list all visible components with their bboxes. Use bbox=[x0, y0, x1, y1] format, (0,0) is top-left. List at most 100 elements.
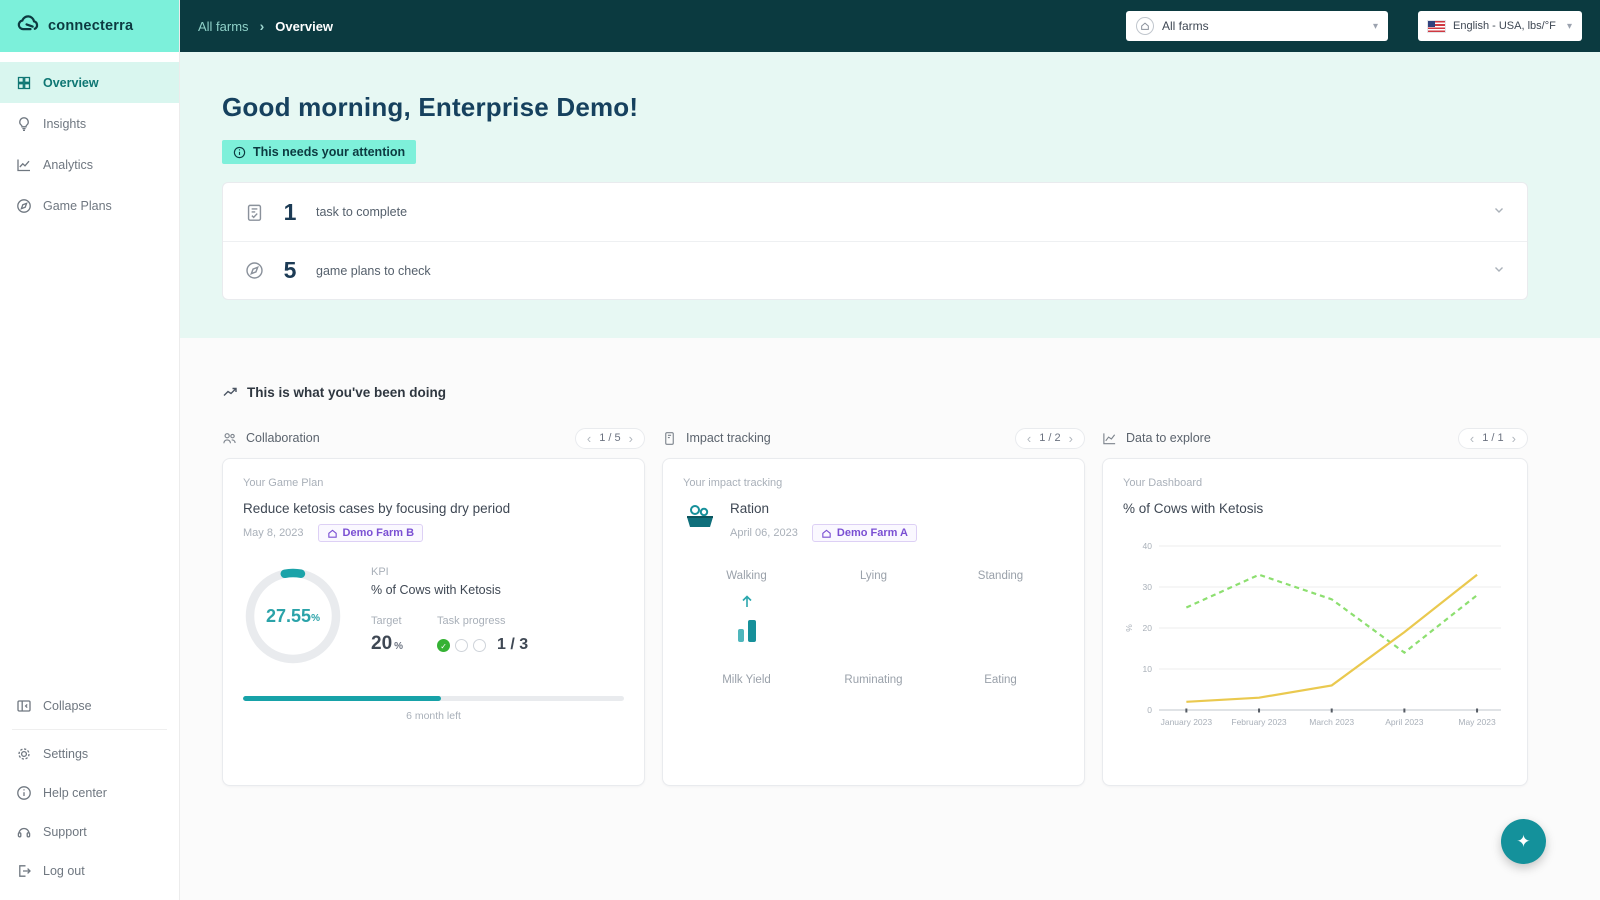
locale-selector-value: English - USA, lbs/°F bbox=[1453, 20, 1556, 32]
task-clipboard-icon bbox=[247, 204, 262, 221]
pagination-label: 1 / 5 bbox=[599, 432, 621, 444]
headset-icon bbox=[17, 827, 31, 837]
chart-title: % of Cows with Ketosis bbox=[1123, 501, 1264, 516]
kpi-gauge: 27.55% bbox=[243, 566, 343, 666]
sidebar-nav: Overview Insights Analytics Game Plans bbox=[0, 52, 179, 226]
metric-eating: Eating bbox=[937, 674, 1064, 778]
metric-label: Standing bbox=[977, 570, 1024, 582]
kpi-gauge-value: 27.55% bbox=[266, 605, 320, 626]
brand-logo-block[interactable]: connecterra bbox=[0, 0, 179, 52]
svg-text:January 2023: January 2023 bbox=[1161, 717, 1213, 727]
next-page-icon[interactable]: › bbox=[1069, 432, 1073, 445]
ration-feed-icon bbox=[687, 505, 713, 527]
sidebar-item-insights[interactable]: Insights bbox=[0, 103, 179, 144]
attention-section: Good morning, Enterprise Demo! This need… bbox=[180, 52, 1600, 338]
metric-lying: Lying bbox=[810, 570, 937, 674]
prev-page-icon[interactable]: ‹ bbox=[1027, 432, 1031, 445]
line-chart-icon bbox=[1103, 432, 1116, 444]
locale-selector-dropdown[interactable]: English - USA, lbs/°F ▾ bbox=[1418, 11, 1582, 41]
impact-title: Ration bbox=[730, 501, 770, 516]
expand-chevron-icon[interactable] bbox=[1493, 262, 1505, 280]
task-dot bbox=[455, 638, 469, 652]
farm-badge-label: Demo Farm B bbox=[342, 527, 415, 539]
kpi-info: KPI % of Cows with Ketosis Target 20% Ta… bbox=[371, 566, 528, 655]
sidebar-item-game-plans[interactable]: Game Plans bbox=[0, 185, 179, 226]
game-plan-card[interactable]: Your Game Plan Reduce ketosis cases by f… bbox=[222, 458, 645, 786]
metric-label: Eating bbox=[984, 674, 1017, 686]
target-stat: Target 20% bbox=[371, 615, 403, 655]
game-plan-date: May 8, 2023 bbox=[243, 527, 304, 539]
svg-text:February 2023: February 2023 bbox=[1231, 717, 1287, 727]
time-progress-fill bbox=[243, 696, 442, 701]
metric-standing: Standing bbox=[937, 570, 1064, 674]
target-value: 20% bbox=[371, 633, 404, 654]
sidebar-item-label: Analytics bbox=[43, 157, 94, 172]
gear-icon bbox=[18, 747, 30, 760]
column-title: Data to explore bbox=[1126, 431, 1211, 445]
explore-pagination: ‹ 1 / 1 › bbox=[1457, 427, 1528, 449]
impact-tracking-card[interactable]: Your impact tracking Ration April 06, 20… bbox=[662, 458, 1085, 786]
sidebar-item-settings[interactable]: Settings bbox=[0, 734, 179, 773]
topbar-right: All farms ▾ English - USA, lbs/°F ▾ bbox=[1126, 11, 1582, 41]
sidebar-item-analytics[interactable]: Analytics bbox=[0, 144, 179, 185]
dashboard-chart-card[interactable]: Your Dashboard % of Cows with Ketosis 0 1… bbox=[1102, 458, 1528, 786]
farm-badge: Demo Farm A bbox=[811, 524, 917, 542]
attention-row-tasks[interactable]: 1 task to complete bbox=[223, 183, 1527, 241]
topbar: All farms › Overview All farms ▾ English… bbox=[180, 0, 1600, 52]
ketosis-line-chart: 0 10 20 30 40 January 2023 February 2023 March … bbox=[1123, 532, 1507, 749]
barn-icon bbox=[327, 529, 337, 538]
sidebar-item-label: Collapse bbox=[43, 698, 92, 713]
task-dot-done bbox=[437, 638, 451, 652]
time-left-label: 6 month left bbox=[406, 710, 461, 722]
attention-panel: 1 task to complete 5 game plans to check bbox=[222, 182, 1528, 300]
svg-text:40: 40 bbox=[1143, 541, 1153, 551]
assistant-fab-button[interactable]: ✦ bbox=[1501, 819, 1546, 864]
sidebar-item-overview[interactable]: Overview bbox=[0, 62, 179, 103]
device-report-icon bbox=[665, 431, 674, 445]
compass-icon bbox=[17, 198, 31, 213]
sidebar-item-label: Help center bbox=[43, 785, 107, 800]
kpi-row: 27.55% KPI % of Cows with Ketosis Target… bbox=[243, 566, 624, 666]
activity-section: This is what you've been doing Collabora… bbox=[180, 338, 1600, 786]
trend-up-icon bbox=[223, 387, 237, 396]
activity-columns: Collaboration ‹ 1 / 5 › Your Game Plan R… bbox=[222, 426, 1528, 786]
impact-column-header: Impact tracking ‹ 1 / 2 › bbox=[662, 426, 1085, 450]
explore-column-header: Data to explore ‹ 1 / 1 › bbox=[1102, 426, 1528, 450]
impact-meta: April 06, 2023 Demo Farm A bbox=[730, 524, 917, 542]
sidebar-item-label: Log out bbox=[43, 863, 85, 878]
sidebar-item-support[interactable]: Support bbox=[0, 812, 179, 851]
sidebar-footer: Collapse Settings Help center Support Lo… bbox=[0, 686, 179, 890]
barn-icon bbox=[822, 529, 831, 538]
impact-pagination: ‹ 1 / 2 › bbox=[1014, 427, 1085, 449]
info-circle-icon bbox=[17, 785, 31, 800]
task-count-label: task to complete bbox=[316, 205, 408, 219]
metric-label: Lying bbox=[859, 570, 888, 582]
task-progress-label: Task progress bbox=[437, 615, 506, 627]
game-plan-count: 5 bbox=[283, 257, 297, 283]
impact-date: April 06, 2023 bbox=[730, 527, 798, 539]
next-page-icon[interactable]: › bbox=[629, 432, 633, 445]
data-explore-column: Data to explore ‹ 1 / 1 › Your Dashboard… bbox=[1102, 426, 1528, 786]
grid-icon bbox=[17, 76, 31, 89]
sidebar-item-log-out[interactable]: Log out bbox=[0, 851, 179, 890]
activity-section-title: This is what you've been doing bbox=[247, 384, 446, 400]
sidebar-item-help-center[interactable]: Help center bbox=[0, 773, 179, 812]
svg-text:30: 30 bbox=[1143, 582, 1153, 592]
prev-page-icon[interactable]: ‹ bbox=[587, 432, 591, 445]
card-label: Your Game Plan bbox=[243, 477, 324, 489]
farm-badge-label: Demo Farm A bbox=[836, 527, 908, 539]
page-greeting: Good morning, Enterprise Demo! bbox=[222, 92, 639, 122]
impact-title-block: Ration April 06, 2023 Demo Farm A bbox=[730, 501, 917, 542]
attention-row-game-plans[interactable]: 5 game plans to check bbox=[223, 241, 1527, 299]
collaboration-pagination: ‹ 1 / 5 › bbox=[574, 427, 645, 449]
sidebar-collapse-button[interactable]: Collapse bbox=[0, 686, 179, 725]
prev-page-icon[interactable]: ‹ bbox=[1470, 432, 1474, 445]
mini-bar-chart-icon bbox=[683, 620, 810, 642]
farm-selector-dropdown[interactable]: All farms ▾ bbox=[1126, 11, 1388, 41]
breadcrumb-all-farms[interactable]: All farms bbox=[198, 19, 249, 34]
farm-selector-value: All farms bbox=[1162, 19, 1209, 33]
expand-chevron-icon[interactable] bbox=[1493, 203, 1505, 221]
brand-name: connecterra bbox=[48, 18, 134, 34]
breadcrumb-separator-icon: › bbox=[259, 18, 265, 34]
next-page-icon[interactable]: › bbox=[1512, 432, 1516, 445]
